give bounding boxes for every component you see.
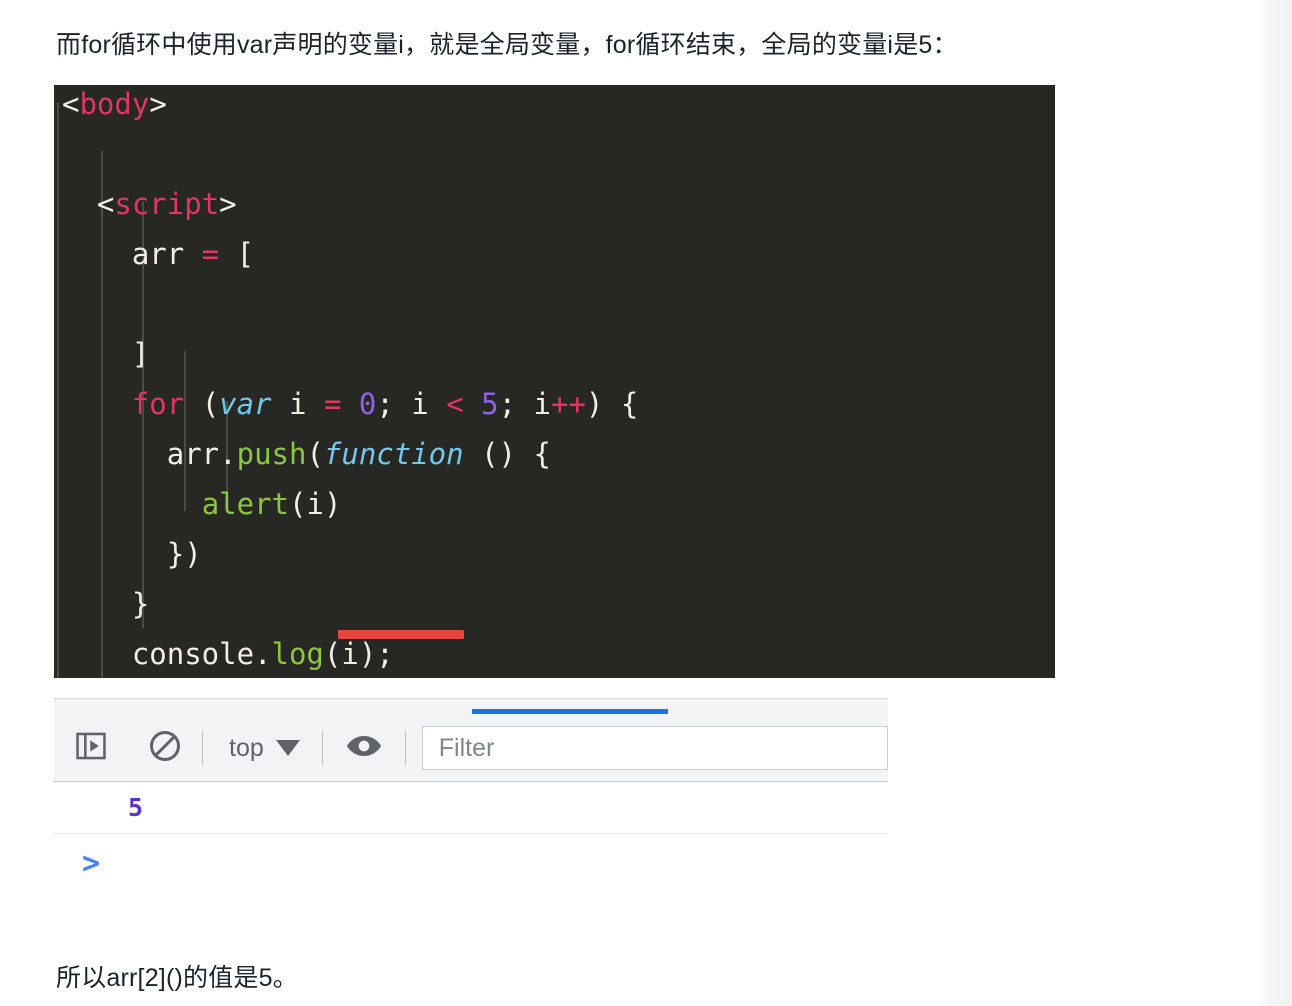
execution-context-selector[interactable]: top bbox=[203, 734, 322, 763]
code-line: ] bbox=[62, 329, 149, 379]
code-token: ++ bbox=[550, 387, 586, 421]
indent-guide-level-1 bbox=[57, 103, 59, 678]
console-prompt-row[interactable]: > bbox=[54, 834, 888, 892]
console-toolbar: top bbox=[54, 715, 888, 782]
code-token: body bbox=[79, 87, 150, 121]
code-token: push bbox=[236, 437, 307, 471]
devtools-tabstrip bbox=[54, 698, 888, 715]
sidebar-toggle-icon bbox=[74, 729, 108, 768]
code-token: 0 bbox=[358, 387, 377, 421]
code-token: ); bbox=[358, 637, 394, 671]
live-expression-button[interactable] bbox=[323, 726, 405, 771]
code-line: arr.push(function () { bbox=[62, 429, 551, 479]
code-token: script bbox=[114, 187, 220, 221]
code-line: <body> bbox=[62, 85, 167, 129]
code-line: arr = [ bbox=[62, 229, 254, 279]
red-error-underline bbox=[338, 630, 464, 639]
code-line: alert(i) bbox=[62, 479, 342, 529]
execution-context-label: top bbox=[229, 733, 264, 762]
code-token: ; i bbox=[498, 387, 551, 421]
sidebar-toggle-button[interactable] bbox=[54, 729, 128, 768]
code-token: function bbox=[323, 437, 464, 471]
code-token: ) bbox=[323, 487, 342, 521]
code-token: }) bbox=[62, 537, 202, 571]
eye-icon bbox=[344, 726, 384, 771]
clear-console-button[interactable] bbox=[128, 728, 202, 769]
code-token: console. bbox=[62, 637, 272, 671]
code-token: [ bbox=[219, 237, 255, 271]
code-token: alert bbox=[201, 487, 289, 521]
code-token: var bbox=[219, 387, 272, 421]
code-token: ( bbox=[289, 487, 307, 521]
code-token: () { bbox=[463, 437, 551, 471]
code-token: < bbox=[446, 387, 464, 421]
code-token: > bbox=[149, 87, 167, 121]
code-token: ( bbox=[184, 387, 220, 421]
code-line: } bbox=[62, 579, 149, 629]
code-token: log bbox=[271, 637, 324, 671]
devtools-console-panel: top 5 > bbox=[54, 698, 888, 892]
filter-input-wrapper[interactable] bbox=[421, 726, 888, 770]
prompt-chevron-icon: > bbox=[82, 845, 101, 881]
console-messages: 5 > bbox=[54, 782, 888, 892]
code-token: ; i bbox=[376, 387, 447, 421]
code-token: ] bbox=[62, 337, 150, 371]
code-line: }) bbox=[62, 529, 202, 579]
filter-input[interactable] bbox=[436, 732, 873, 764]
outro-paragraph: 所以arr[2]()的值是5。 bbox=[56, 964, 298, 992]
toolbar-divider-3 bbox=[404, 731, 406, 765]
chevron-down-icon bbox=[275, 740, 300, 756]
code-token: arr. bbox=[62, 437, 237, 471]
intro-paragraph: 而for循环中使用var声明的变量i，就是全局变量，for循环结束，全局的变量i… bbox=[56, 31, 958, 59]
code-token: i bbox=[341, 637, 359, 671]
code-token: arr bbox=[62, 237, 202, 271]
code-token: = bbox=[201, 237, 220, 271]
console-message-value: 5 bbox=[128, 793, 144, 822]
code-block: <body> <script> arr = [ ] for (var i = 0… bbox=[54, 85, 1055, 678]
code-token: i bbox=[271, 387, 324, 421]
code-line: <script> bbox=[62, 179, 237, 229]
code-token: = bbox=[323, 387, 342, 421]
code-block-inner: <body> <script> arr = [ ] for (var i = 0… bbox=[54, 85, 1055, 678]
page-right-edge-strip bbox=[1258, 0, 1292, 1006]
active-tab-indicator bbox=[472, 709, 668, 714]
code-token: } bbox=[62, 587, 150, 621]
code-token: for bbox=[131, 387, 185, 421]
code-token: ( bbox=[306, 437, 324, 471]
code-token: i bbox=[306, 487, 324, 521]
console-message-row[interactable]: 5 bbox=[54, 782, 888, 834]
code-token: < bbox=[62, 187, 115, 221]
code-token: ( bbox=[323, 637, 342, 671]
code-token: ) { bbox=[585, 387, 639, 421]
code-token: > bbox=[219, 187, 237, 221]
code-line: for (var i = 0; i < 5; i++) { bbox=[62, 379, 638, 429]
code-token: 5 bbox=[481, 387, 499, 421]
code-token: < bbox=[62, 87, 80, 121]
clear-console-icon bbox=[147, 728, 183, 769]
